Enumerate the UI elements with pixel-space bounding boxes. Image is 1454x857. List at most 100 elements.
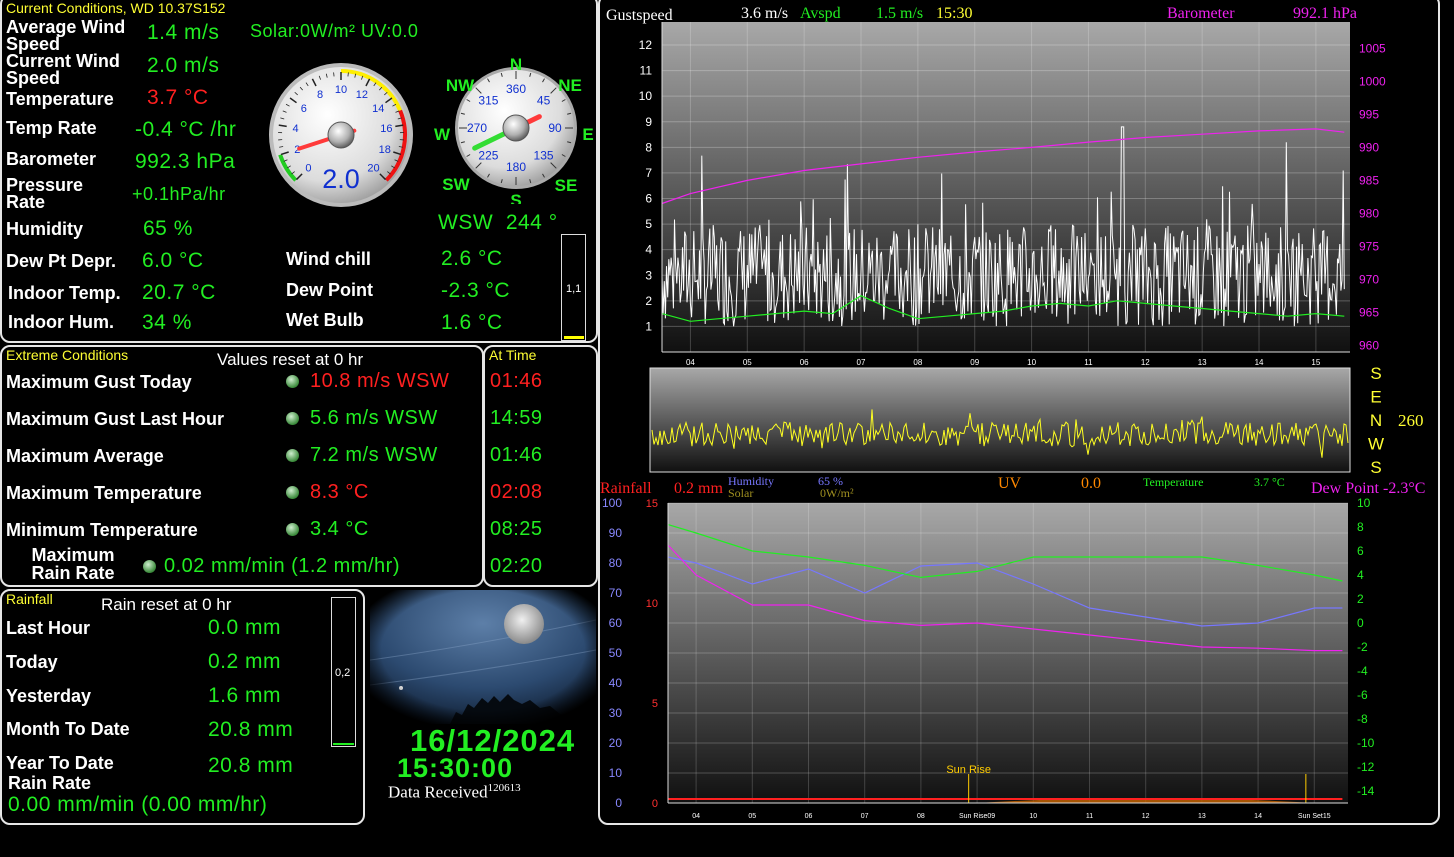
wet-bulb-value: 1.6 °C	[441, 311, 503, 334]
uv-bar: 1,1	[561, 234, 586, 341]
rain-bar-fill	[333, 743, 354, 745]
g1-left-tick: 1	[645, 319, 652, 333]
cur-wind-value: 2.0 m/s	[147, 54, 220, 77]
g3-temp-label: Temperature	[1143, 475, 1204, 489]
compass-degree-label: 315	[478, 93, 498, 107]
g3-x-tick: 06	[805, 813, 813, 820]
g1-gust-value: 3.6 m/s	[741, 5, 789, 22]
g3-x-tick: Sun Set15	[1298, 813, 1331, 820]
press-rate-label: Pressure Rate	[6, 175, 84, 212]
g3-hum-tick: 10	[609, 766, 623, 780]
g3-rain-tick: 5	[652, 698, 658, 710]
g3-hum-tick: 50	[609, 646, 623, 660]
wet-bulb-label: Wet Bulb	[286, 310, 364, 330]
g2-current-value: 260	[1398, 411, 1424, 430]
g3-temp-tick: -4	[1357, 664, 1368, 678]
g1-left-tick: 6	[645, 192, 652, 206]
extreme-row-value: 5.6 m/s WSW	[310, 407, 438, 429]
g3-x-tick: 11	[1086, 813, 1093, 820]
compass-degree-label: 225	[478, 149, 498, 163]
g3-hum-tick: 30	[609, 706, 623, 720]
avg-wind-value: 1.4 m/s	[147, 21, 220, 44]
g1-left-tick: 11	[640, 64, 653, 78]
temp-value: 3.7 °C	[147, 86, 209, 109]
g3-temp-tick: 2	[1357, 592, 1364, 606]
extreme-row-time: 02:20	[490, 555, 543, 577]
press-rate-value: +0.1hPa/hr	[132, 184, 226, 204]
wind-baro-chart: 123456789101112 960965970975980985990995…	[639, 22, 1386, 367]
g3-hum-tick: 70	[609, 586, 623, 600]
g3-x-tick: 14	[1254, 813, 1262, 820]
extreme-row-label: Maximum Gust Last Hour	[6, 409, 225, 429]
compass-point-label: NE	[558, 76, 582, 95]
gauge-tick-label: 12	[356, 89, 368, 101]
extreme-row-time: 01:46	[490, 370, 543, 392]
compass-point-label: SW	[442, 175, 470, 194]
rain-last-hour-value: 0.0 mm	[208, 616, 282, 639]
extreme-row-value: 7.2 m/s WSW	[310, 444, 438, 466]
data-received-code: 120613	[487, 782, 521, 794]
compass-degree-label: 135	[534, 149, 554, 163]
hum-value: 65 %	[143, 217, 193, 240]
g2-direction-tick: S	[1370, 366, 1381, 383]
g1-right-tick: 995	[1359, 107, 1379, 121]
gauge-tick-label: 10	[335, 84, 347, 96]
cur-wind-label: Current Wind Speed	[6, 51, 120, 88]
avg-wind-label: Average Wind Speed	[6, 17, 126, 54]
g3-rain-label: Rainfall	[600, 480, 652, 497]
g3-x-tick: 05	[748, 813, 756, 820]
g3-temp-tick: -10	[1357, 736, 1375, 750]
g3-hum-tick: 90	[609, 526, 623, 540]
g1-right-tick: 990	[1359, 140, 1379, 154]
current-conditions-title: Current Conditions, WD 10.37S152	[6, 0, 226, 16]
gauge-tick-label: 0	[305, 163, 311, 175]
gauge-tick-label: 14	[372, 103, 384, 115]
g3-temp-tick: 0	[1357, 616, 1364, 630]
gauge-value: 2.0	[322, 164, 360, 194]
extreme-title: Extreme Conditions	[6, 347, 129, 363]
g3-rain-tick: 15	[646, 498, 658, 510]
compass-point-label: NW	[446, 76, 475, 95]
compass-point-label: S	[510, 191, 521, 204]
temp-rate-value: -0.4 °C /hr	[135, 118, 237, 141]
extreme-row-indicator	[286, 523, 299, 536]
gauge-tick-label: 6	[301, 103, 307, 115]
temp-label: Temperature	[6, 89, 114, 109]
rain-today-value: 0.2 mm	[208, 650, 282, 673]
temp-hum-chart: 0102030405060708090100 051015 -14-12-10-…	[602, 498, 1375, 820]
extreme-row-label: Maximum Average	[6, 446, 164, 466]
g3-x-tick: Sun Rise09	[959, 813, 995, 820]
g1-right-tick: 965	[1359, 305, 1379, 319]
compass-degree-label: 180	[506, 160, 526, 174]
rain-bar-label: 0,2	[335, 667, 351, 679]
rain-yesterday-label: Yesterday	[6, 686, 92, 706]
g1-baro-label: Barometer	[1167, 5, 1235, 22]
g1-left-tick: 4	[645, 243, 652, 257]
rainfall-title: Rainfall	[6, 591, 53, 607]
indoor-temp-label: Indoor Temp.	[8, 283, 121, 303]
wind-speed-gauge: 02468 10 1214161820 2.0	[269, 63, 413, 207]
g1-right-tick: 1005	[1359, 41, 1386, 55]
rain-month-value: 20.8 mm	[208, 718, 294, 741]
compass-point-label: N	[510, 55, 522, 74]
at-time-title: At Time	[489, 347, 537, 363]
rain-year-value: 20.8 mm	[208, 754, 294, 777]
g3-x-tick: 10	[1029, 813, 1037, 820]
g3-temp-tick: 6	[1357, 544, 1364, 558]
extreme-row-indicator	[286, 486, 299, 499]
g3-hum-tick: 60	[609, 616, 623, 630]
dew-point-label: Dew Point	[286, 280, 374, 300]
g2-direction-tick: W	[1368, 435, 1384, 454]
compass-point-label: E	[582, 125, 593, 144]
compass-point-label: W	[434, 125, 451, 144]
g3-uv-value: 0.0	[1081, 475, 1101, 492]
uv-bar-fill	[564, 336, 584, 339]
g3-uv-label: UV	[998, 475, 1022, 492]
g3-rain-tick: 0	[652, 798, 658, 810]
g1-right-tick: 975	[1359, 239, 1379, 253]
compass-degree-label: 360	[506, 82, 526, 96]
g1-left-tick: 7	[645, 166, 652, 180]
dew-depr-label: Dew Pt Depr.	[6, 251, 117, 271]
g1-avg-label: Avspd	[800, 5, 841, 22]
g3-hum-tick: 0	[615, 796, 622, 810]
